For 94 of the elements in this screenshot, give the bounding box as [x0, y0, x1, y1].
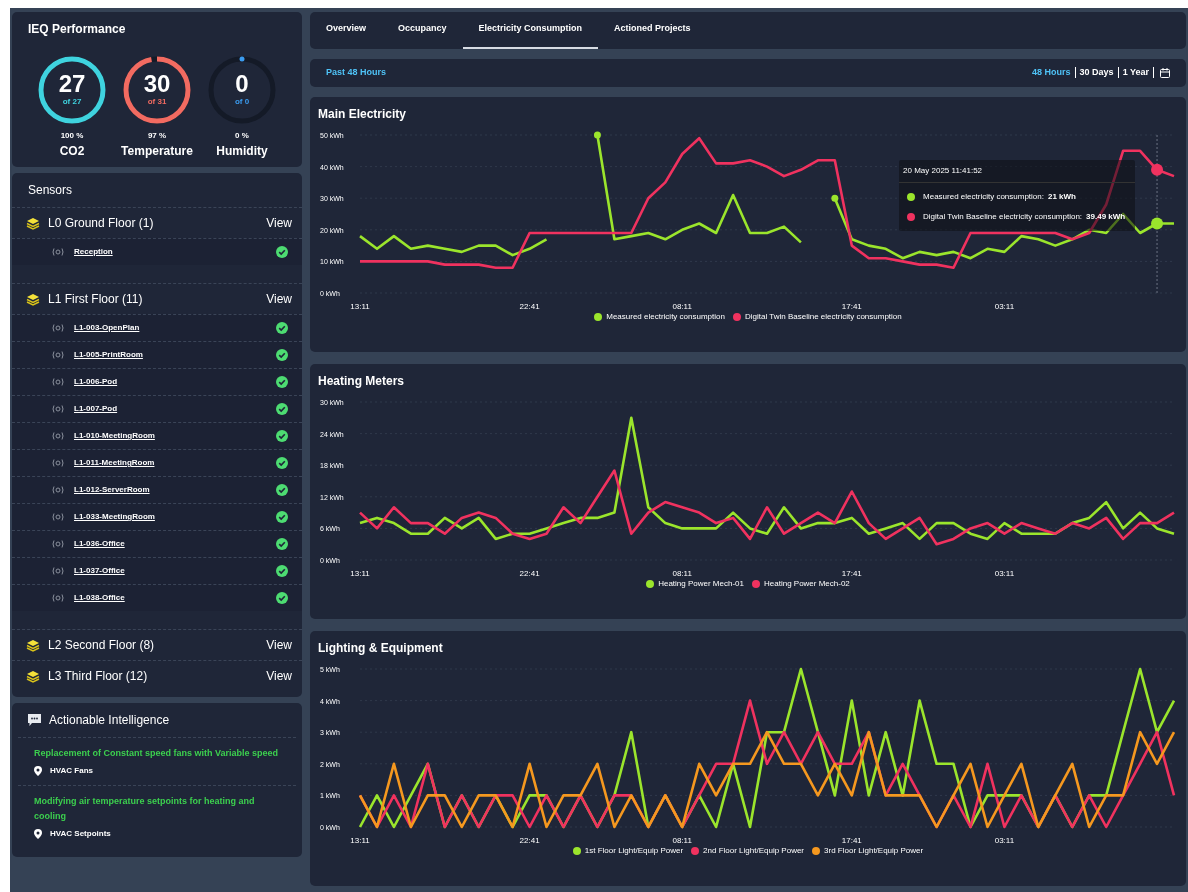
gauge-value: 30 — [143, 72, 171, 96]
gauge-percent: 97 % — [147, 130, 167, 142]
hover-marker — [1151, 163, 1164, 176]
chart-title: Heating Meters — [318, 372, 406, 390]
view-link[interactable]: View — [266, 636, 292, 654]
gauge-total: of 31 — [147, 96, 167, 108]
location-pin-icon — [34, 829, 42, 839]
gauge-ring — [121, 54, 193, 126]
range-option[interactable]: 30 Days — [1075, 67, 1119, 78]
tooltip-title: 20 May 2025 11:41:52 — [899, 159, 1136, 183]
axis-label: 08:11 — [672, 568, 692, 578]
sensor-icon — [50, 593, 66, 603]
axis-label: 22:41 — [519, 568, 540, 578]
layers-icon — [26, 638, 40, 652]
calendar-icon — [1160, 67, 1170, 78]
tooltip-value: 21 kWh — [1048, 190, 1076, 203]
axis-label: 22:41 — [519, 835, 540, 845]
project-location: HVAC Fans — [50, 765, 93, 777]
tab[interactable]: Actioned Projects — [598, 12, 707, 49]
chart-title: Lighting & Equipment — [318, 639, 444, 657]
point-marker — [593, 131, 601, 138]
axis-label: 03:11 — [994, 301, 1015, 311]
gauge-label: Humidity — [216, 143, 268, 160]
tooltip-marker — [907, 212, 916, 221]
gauge-total: of 27 — [62, 96, 82, 108]
gauge-percent: 100 % — [60, 130, 84, 142]
sensor-icon — [50, 431, 66, 441]
project-location: HVAC Setpoints — [50, 828, 111, 840]
axis-label: 13:11 — [350, 568, 370, 578]
tooltip-label: Measured electricity consumption: — [923, 190, 1044, 203]
view-link[interactable]: View — [266, 290, 292, 308]
axis-label: 03:11 — [994, 835, 1015, 845]
gauge-label: CO2 — [59, 143, 85, 160]
range-option[interactable]: 48 Hours — [1028, 67, 1076, 78]
tab[interactable]: Occupancy — [382, 12, 463, 49]
layers-icon — [26, 292, 40, 306]
tab[interactable]: Overview — [310, 12, 383, 49]
panel-title: IEQ Performance — [28, 21, 127, 38]
tab[interactable]: Electricity Consumption — [462, 12, 599, 49]
view-link[interactable]: View — [266, 214, 292, 232]
axis-label: 17:41 — [841, 568, 862, 578]
legend-label: 1st Floor Light/Equip Power — [584, 844, 684, 857]
floor-name: L1 First Floor (11) — [48, 291, 144, 308]
legend-label: Heating Power Mech-02 — [764, 577, 850, 590]
sensor-icon — [50, 512, 66, 522]
gauge-label: Temperature — [121, 143, 193, 160]
legend-label: 2nd Floor Light/Equip Power — [703, 844, 805, 857]
gauge-ring — [206, 54, 278, 126]
axis-label: 08:11 — [672, 301, 692, 311]
tooltip-value: 39.49 kWh — [1086, 210, 1126, 223]
floor-name: L0 Ground Floor (1) — [48, 215, 155, 232]
panel-title: Sensors — [27, 182, 74, 199]
chat-icon — [28, 714, 41, 726]
view-link[interactable]: View — [266, 667, 292, 685]
legend-label: Measured electricity consumption — [606, 310, 725, 323]
hover-marker — [1151, 217, 1164, 229]
sensor-icon — [50, 566, 66, 576]
panel-title: Actionable Intelligence — [49, 712, 170, 729]
project-link[interactable]: Replacement of Constant speed fans with Variable speed — [34, 746, 280, 761]
axis-label: 03:11 — [994, 568, 1015, 578]
axis-label: 17:41 — [841, 301, 862, 311]
range-label: Past 48 Hours — [326, 65, 387, 79]
axis-label: 17:41 — [841, 835, 862, 845]
sensor-icon — [50, 485, 66, 495]
point-marker — [831, 194, 839, 202]
sensor-icon — [50, 404, 66, 414]
sensor-icon — [50, 247, 66, 257]
sensor-icon — [50, 539, 66, 549]
layers-icon — [26, 216, 40, 230]
sensor-icon — [50, 323, 66, 333]
gauge-total: of 0 — [234, 96, 250, 108]
legend-label: Digital Twin Baseline electricity consumption — [744, 310, 902, 323]
gauge-value: 0 — [235, 72, 249, 96]
gauge-percent: 0 % — [235, 130, 249, 142]
floor-name: L2 Second Floor (8) — [48, 637, 156, 654]
gauge-value: 27 — [58, 72, 86, 96]
axis-label: 13:11 — [350, 301, 370, 311]
location-pin-icon — [34, 766, 42, 776]
legend-label: Heating Power Mech-01 — [658, 577, 744, 590]
legend-label: 3rd Floor Light/Equip Power — [824, 844, 924, 857]
sensor-icon — [50, 458, 66, 468]
sensor-icon — [50, 377, 66, 387]
tooltip-marker — [907, 192, 916, 201]
axis-label: 22:41 — [519, 301, 540, 311]
axis-label: 13:11 — [350, 835, 370, 845]
project-link[interactable]: Modifying air temperature setpoints for heating and cooling — [34, 794, 280, 824]
range-option[interactable]: 1 Year — [1118, 67, 1154, 78]
floor-name: L3 Third Floor (12) — [48, 668, 149, 685]
layers-icon — [26, 669, 40, 683]
sensor-icon — [50, 350, 66, 360]
chart-title: Main Electricity — [318, 105, 408, 123]
gauge-ring — [36, 54, 108, 126]
axis-label: 08:11 — [672, 835, 692, 845]
tooltip-label: Digital Twin Baseline electricity consumption: — [923, 210, 1083, 223]
